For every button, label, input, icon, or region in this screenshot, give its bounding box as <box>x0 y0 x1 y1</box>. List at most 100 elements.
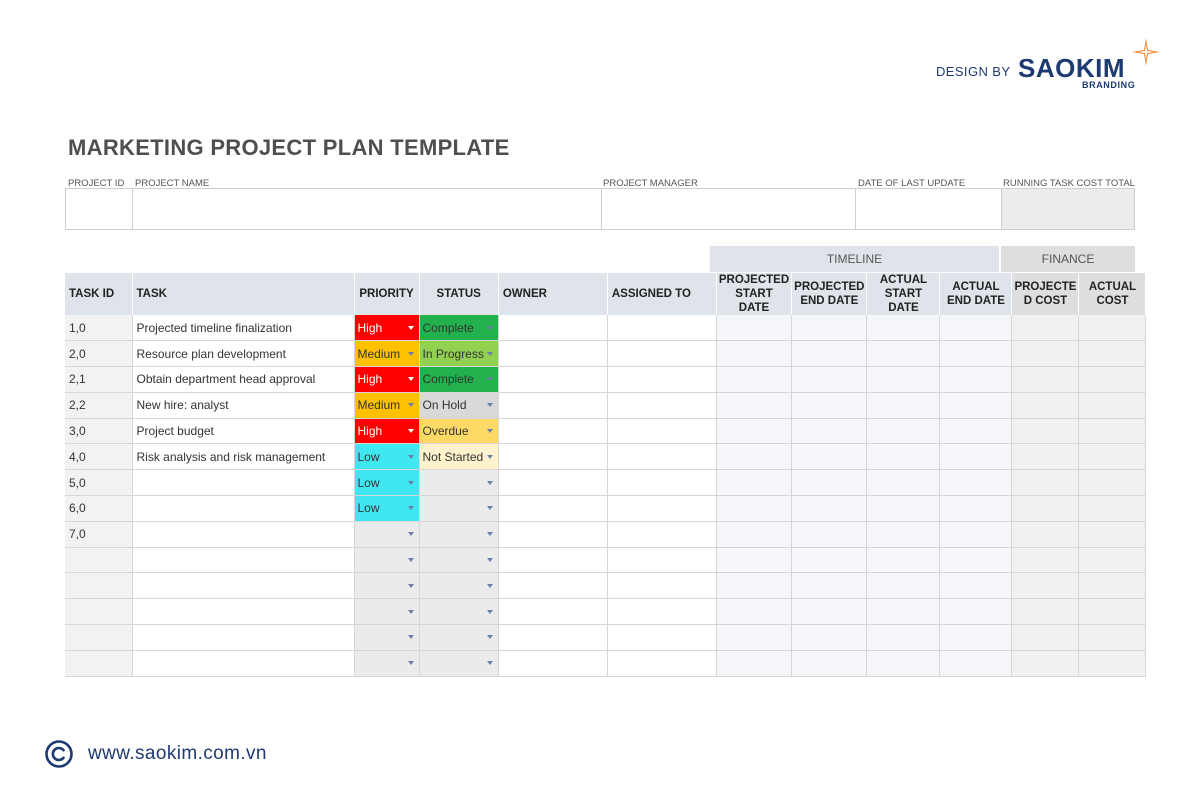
owner-cell[interactable] <box>498 547 608 574</box>
date-last-update-field[interactable] <box>855 188 1001 230</box>
chevron-down-icon[interactable] <box>486 609 493 614</box>
task-name-cell[interactable]: Obtain department head approval <box>132 366 355 393</box>
actual-cost-cell[interactable] <box>1078 418 1147 445</box>
assigned-to-cell[interactable] <box>607 340 717 368</box>
actual-start-cell[interactable] <box>866 572 941 600</box>
actual-end-cell[interactable] <box>939 366 1013 393</box>
chevron-down-icon[interactable] <box>407 583 414 588</box>
projected-end-cell[interactable] <box>791 392 868 419</box>
chevron-down-icon[interactable] <box>407 635 414 640</box>
projected-end-cell[interactable] <box>791 366 868 393</box>
chevron-down-icon[interactable] <box>407 506 414 511</box>
chevron-down-icon[interactable] <box>407 429 414 434</box>
projected-start-cell[interactable] <box>716 469 793 497</box>
actual-cost-cell[interactable] <box>1078 598 1147 626</box>
actual-end-cell[interactable] <box>939 624 1013 651</box>
status-dropdown[interactable]: On Hold <box>419 392 499 419</box>
priority-dropdown[interactable] <box>354 547 420 574</box>
chevron-down-icon[interactable] <box>407 480 414 485</box>
task-id-cell[interactable] <box>65 572 133 600</box>
owner-cell[interactable] <box>498 340 608 368</box>
chevron-down-icon[interactable] <box>407 454 414 459</box>
priority-dropdown[interactable]: Medium <box>354 392 420 419</box>
assigned-to-cell[interactable] <box>607 624 717 651</box>
owner-cell[interactable] <box>498 495 608 522</box>
projected-end-cell[interactable] <box>791 340 868 368</box>
priority-dropdown[interactable] <box>354 624 420 651</box>
task-id-cell[interactable]: 2,0 <box>65 340 133 368</box>
projected-start-cell[interactable] <box>716 521 793 548</box>
task-name-cell[interactable]: Resource plan development <box>132 340 355 368</box>
actual-end-cell[interactable] <box>939 392 1013 419</box>
projected-cost-cell[interactable] <box>1011 469 1080 497</box>
actual-cost-cell[interactable] <box>1078 315 1147 342</box>
owner-cell[interactable] <box>498 392 608 419</box>
actual-start-cell[interactable] <box>866 547 941 574</box>
status-dropdown[interactable] <box>419 521 499 548</box>
task-name-cell[interactable] <box>132 521 355 548</box>
actual-cost-cell[interactable] <box>1078 572 1147 600</box>
priority-dropdown[interactable]: High <box>354 315 420 342</box>
task-name-cell[interactable] <box>132 469 355 497</box>
assigned-to-cell[interactable] <box>607 392 717 419</box>
actual-cost-cell[interactable] <box>1078 650 1147 677</box>
priority-dropdown[interactable] <box>354 521 420 548</box>
status-dropdown[interactable] <box>419 650 499 677</box>
task-name-cell[interactable]: Projected timeline finalization <box>132 315 355 342</box>
task-id-cell[interactable]: 6,0 <box>65 495 133 522</box>
projected-start-cell[interactable] <box>716 315 793 342</box>
assigned-to-cell[interactable] <box>607 418 717 445</box>
task-id-cell[interactable]: 3,0 <box>65 418 133 445</box>
actual-start-cell[interactable] <box>866 469 941 497</box>
actual-start-cell[interactable] <box>866 495 941 522</box>
actual-start-cell[interactable] <box>866 624 941 651</box>
chevron-down-icon[interactable] <box>407 403 414 408</box>
chevron-down-icon[interactable] <box>407 351 414 356</box>
project-name-field[interactable] <box>132 188 601 230</box>
assigned-to-cell[interactable] <box>607 443 717 471</box>
task-name-cell[interactable]: Risk analysis and risk management <box>132 443 355 471</box>
actual-end-cell[interactable] <box>939 547 1013 574</box>
project-id-field[interactable] <box>65 188 132 230</box>
actual-cost-cell[interactable] <box>1078 392 1147 419</box>
task-name-cell[interactable] <box>132 495 355 522</box>
actual-cost-cell[interactable] <box>1078 521 1147 548</box>
chevron-down-icon[interactable] <box>486 403 493 408</box>
projected-start-cell[interactable] <box>716 650 793 677</box>
projected-start-cell[interactable] <box>716 547 793 574</box>
status-dropdown[interactable] <box>419 547 499 574</box>
projected-cost-cell[interactable] <box>1011 572 1080 600</box>
priority-dropdown[interactable]: Medium <box>354 340 420 368</box>
owner-cell[interactable] <box>498 598 608 626</box>
actual-end-cell[interactable] <box>939 340 1013 368</box>
priority-dropdown[interactable] <box>354 650 420 677</box>
priority-dropdown[interactable]: Low <box>354 495 420 522</box>
projected-end-cell[interactable] <box>791 650 868 677</box>
priority-dropdown[interactable]: Low <box>354 469 420 497</box>
projected-start-cell[interactable] <box>716 624 793 651</box>
task-id-cell[interactable] <box>65 624 133 651</box>
actual-start-cell[interactable] <box>866 392 941 419</box>
task-id-cell[interactable]: 4,0 <box>65 443 133 471</box>
status-dropdown[interactable] <box>419 495 499 522</box>
owner-cell[interactable] <box>498 366 608 393</box>
actual-end-cell[interactable] <box>939 443 1013 471</box>
chevron-down-icon[interactable] <box>486 558 493 563</box>
projected-end-cell[interactable] <box>791 495 868 522</box>
projected-start-cell[interactable] <box>716 418 793 445</box>
actual-end-cell[interactable] <box>939 521 1013 548</box>
assigned-to-cell[interactable] <box>607 315 717 342</box>
actual-cost-cell[interactable] <box>1078 366 1147 393</box>
owner-cell[interactable] <box>498 650 608 677</box>
chevron-down-icon[interactable] <box>486 351 493 356</box>
chevron-down-icon[interactable] <box>407 325 414 330</box>
chevron-down-icon[interactable] <box>486 429 493 434</box>
projected-cost-cell[interactable] <box>1011 650 1080 677</box>
status-dropdown[interactable] <box>419 598 499 626</box>
priority-dropdown[interactable]: High <box>354 418 420 445</box>
status-dropdown[interactable]: Not Started <box>419 443 499 471</box>
chevron-down-icon[interactable] <box>407 558 414 563</box>
actual-cost-cell[interactable] <box>1078 624 1147 651</box>
projected-cost-cell[interactable] <box>1011 521 1080 548</box>
projected-cost-cell[interactable] <box>1011 315 1080 342</box>
